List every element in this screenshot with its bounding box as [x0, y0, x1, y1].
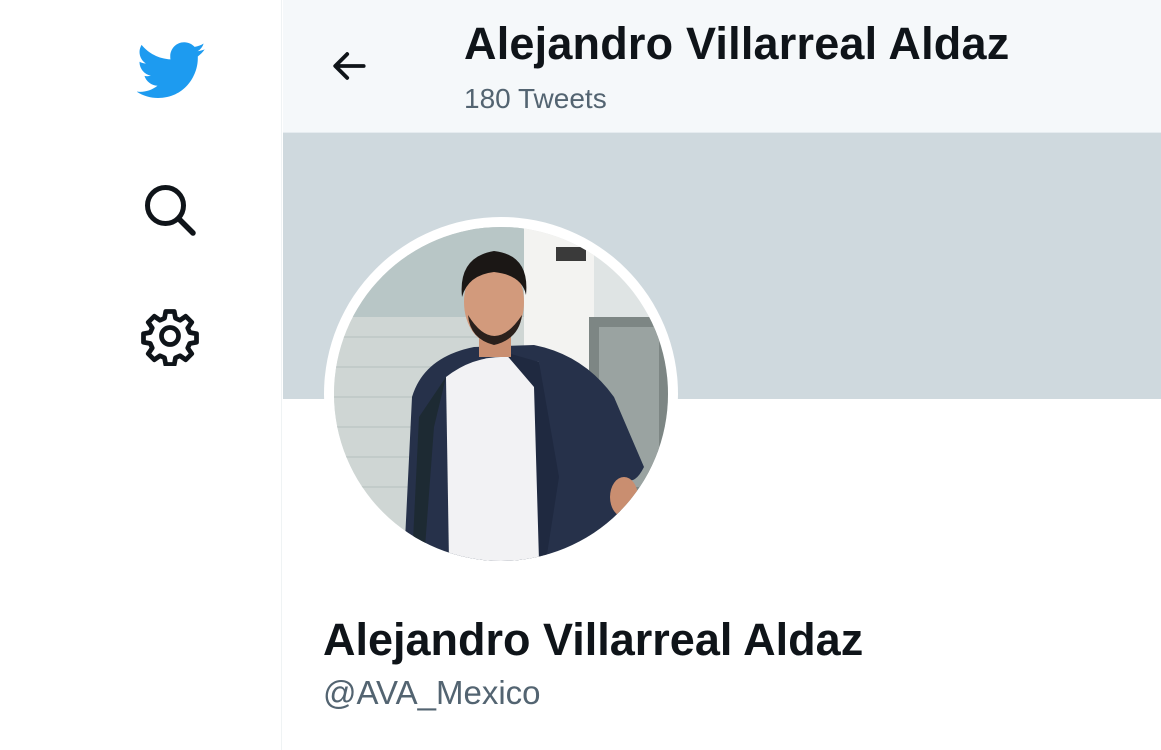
profile-handle: @AVA_Mexico — [323, 674, 541, 711]
twitter-bird-icon — [137, 42, 206, 98]
avatar[interactable] — [324, 217, 678, 571]
app-window: Alejandro Villarreal Aldaz 180 Tweets Al… — [0, 0, 1161, 750]
sidebar — [0, 0, 282, 750]
profile-header-bar: Alejandro Villarreal Aldaz 180 Tweets — [283, 0, 1161, 133]
avatar-photo — [334, 227, 668, 561]
profile-name: Alejandro Villarreal Aldaz — [323, 614, 864, 665]
arrow-left-icon — [333, 52, 366, 80]
back-button[interactable] — [317, 34, 381, 98]
tweet-count: 180 Tweets — [464, 83, 607, 114]
settings-button[interactable] — [134, 300, 206, 372]
header-profile-name: Alejandro Villarreal Aldaz — [464, 18, 1010, 69]
search-button[interactable] — [134, 174, 206, 246]
home-logo-link[interactable] — [130, 36, 214, 106]
gear-icon — [141, 309, 199, 366]
search-icon — [145, 185, 196, 236]
profile-main: Alejandro Villarreal Aldaz 180 Tweets Al… — [283, 0, 1161, 750]
